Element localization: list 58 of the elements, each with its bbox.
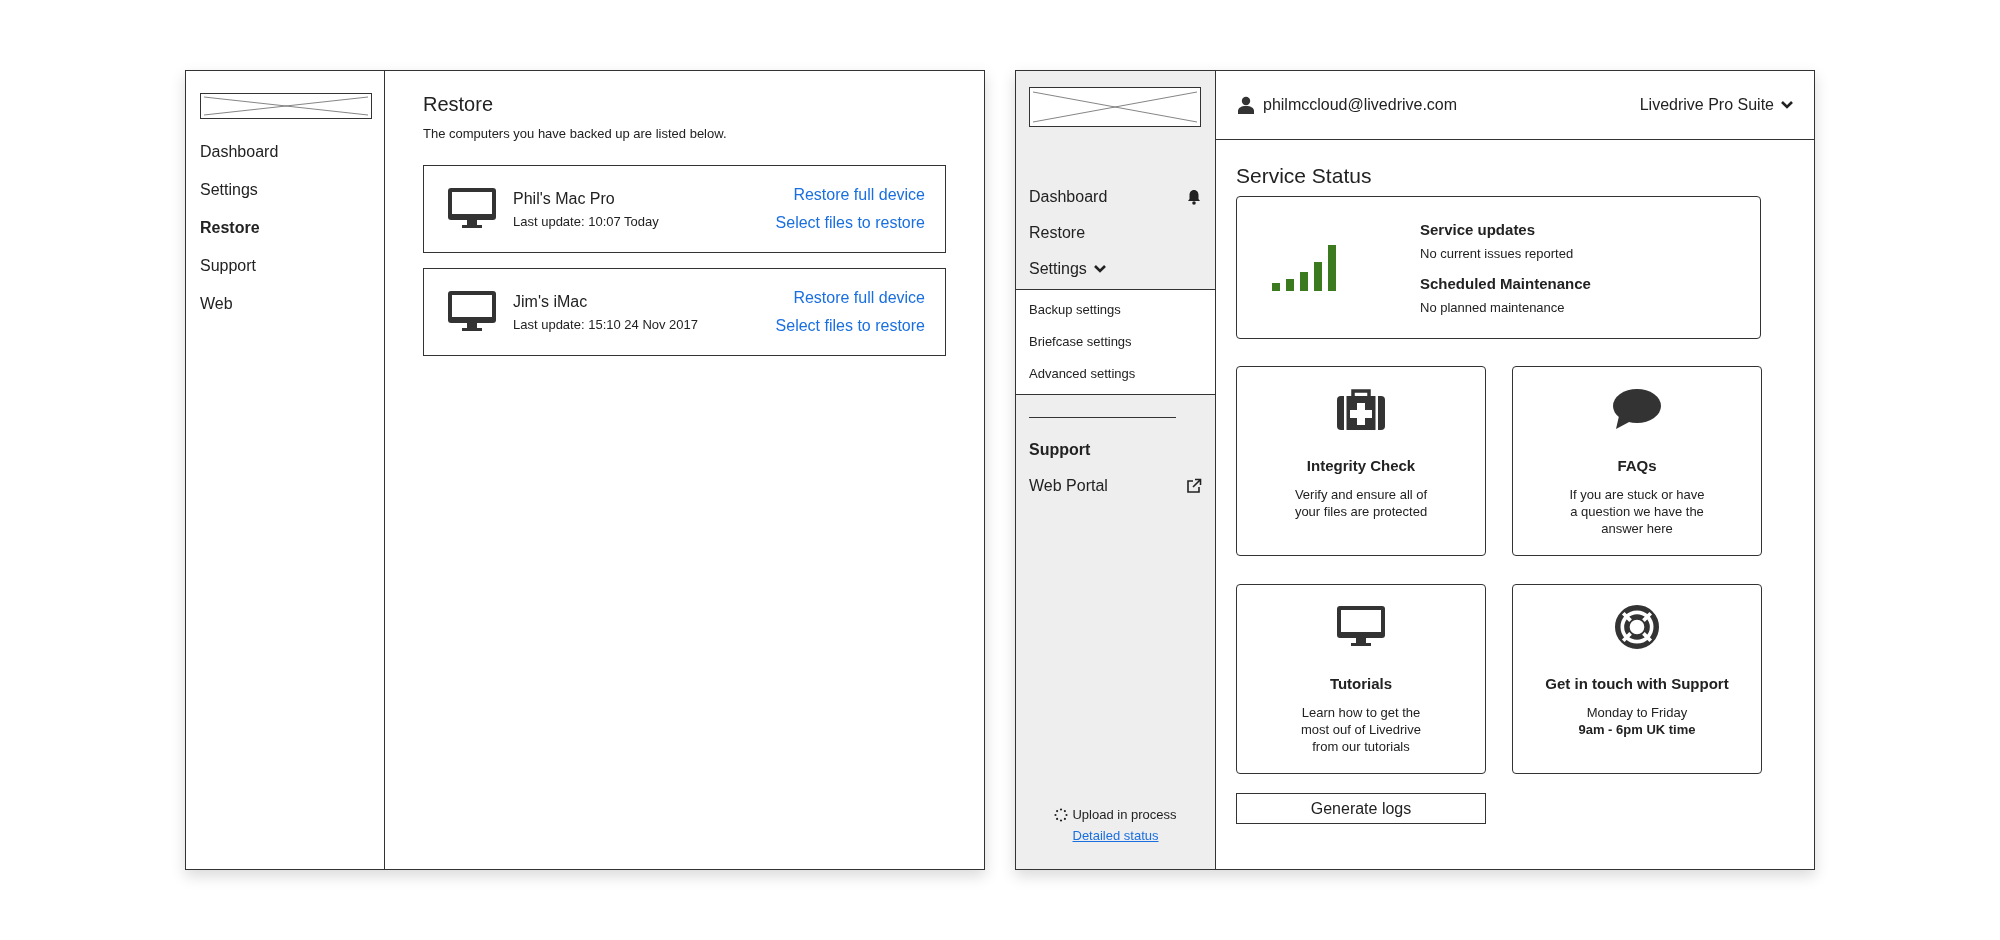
external-link-icon: [1186, 478, 1202, 494]
last-update-text: Last update: 15:10 24 Nov 2017: [513, 316, 699, 332]
status-heading: Service updates: [1420, 220, 1537, 238]
feature-tile[interactable]: Tutorials Learn how to get the most ouf of Livedrive from our tutorials: [1236, 584, 1486, 774]
submenu-item[interactable]: Backup settings: [1016, 294, 1215, 326]
feature-tile[interactable]: Integrity Check Verify and ensure all of your files are protected: [1236, 366, 1486, 556]
upload-status-text: Upload in process: [1072, 807, 1177, 822]
restore-link[interactable]: Select files to restore: [775, 317, 925, 335]
feature-tile[interactable]: Get in touch with Support Monday to Friday 9am - 6pm UK time: [1512, 584, 1762, 774]
status-text: No planned maintenance: [1420, 299, 1566, 315]
nav-item[interactable]: Web Portal: [1016, 468, 1215, 504]
tile-description: Learn how to get the most ouf of Livedrive from our tutorials: [1301, 704, 1421, 755]
nav-item[interactable]: Settings: [200, 171, 370, 209]
tile-title: FAQs: [1617, 457, 1657, 474]
restore-link[interactable]: Restore full device: [793, 186, 925, 204]
nav-item[interactable]: Settings: [1016, 251, 1215, 287]
lifebuoy-icon: [1613, 605, 1661, 649]
device-name: Jim's iMac: [513, 292, 589, 311]
nav-item[interactable]: Support: [200, 247, 370, 285]
bell-icon: [1186, 189, 1202, 205]
page-subtitle: The computers you have backed up are listed below.: [423, 126, 728, 141]
spinner-icon: [1054, 807, 1069, 822]
nav-item[interactable]: Dashboard: [200, 133, 370, 171]
tile-description: Verify and ensure all of your files are protected: [1294, 486, 1428, 520]
device-name: Phil's Mac Pro: [513, 189, 616, 208]
last-update-text: Last update: 10:07 Today: [513, 213, 659, 229]
monitor-icon: [448, 291, 496, 333]
user-icon: [1238, 96, 1254, 114]
chevron-icon: [1780, 100, 1794, 110]
product-dropdown[interactable]: Livedrive Pro Suite: [1639, 96, 1794, 114]
speech-bubble-icon: [1613, 387, 1661, 431]
restore-link[interactable]: Restore full device: [793, 289, 925, 307]
nav-item[interactable]: Dashboard: [1016, 179, 1215, 215]
monitor-icon: [1337, 605, 1385, 649]
signal-bars-icon: [1272, 244, 1336, 291]
first-aid-kit-icon: [1337, 387, 1385, 431]
submenu-item[interactable]: Advanced settings: [1016, 358, 1215, 390]
status-heading: Scheduled Maintenance: [1420, 274, 1591, 292]
nav-item[interactable]: Restore: [200, 209, 370, 247]
tile-description: Monday to Friday 9am - 6pm UK time: [1578, 704, 1696, 738]
status-text: No current issues reported: [1420, 245, 1575, 261]
monitor-icon: [448, 188, 496, 230]
tile-title: Get in touch with Support: [1545, 675, 1729, 692]
restore-link[interactable]: Select files to restore: [775, 214, 925, 232]
page-title: Restore: [423, 93, 495, 116]
tile-title: Tutorials: [1329, 675, 1393, 692]
user-email: philmccloud@livedrive.com: [1263, 96, 1458, 114]
detailed-status-link[interactable]: Detailed status: [1072, 828, 1159, 843]
generate-logs-button[interactable]: Generate logs: [1236, 793, 1486, 824]
chevron-icon: [1092, 264, 1107, 274]
feature-tile[interactable]: FAQs If you are stuck or have a question we have the answer here: [1512, 366, 1762, 556]
nav-item[interactable]: Support: [1016, 432, 1215, 468]
submenu-item[interactable]: Briefcase settings: [1016, 326, 1215, 358]
nav-item[interactable]: Web: [200, 285, 370, 323]
tile-description: If you are stuck or have a question we have the answer here: [1569, 486, 1705, 537]
nav-item[interactable]: Restore: [1016, 215, 1215, 251]
section-title: Service Status: [1236, 164, 1373, 188]
tile-title: Integrity Check: [1306, 457, 1416, 474]
